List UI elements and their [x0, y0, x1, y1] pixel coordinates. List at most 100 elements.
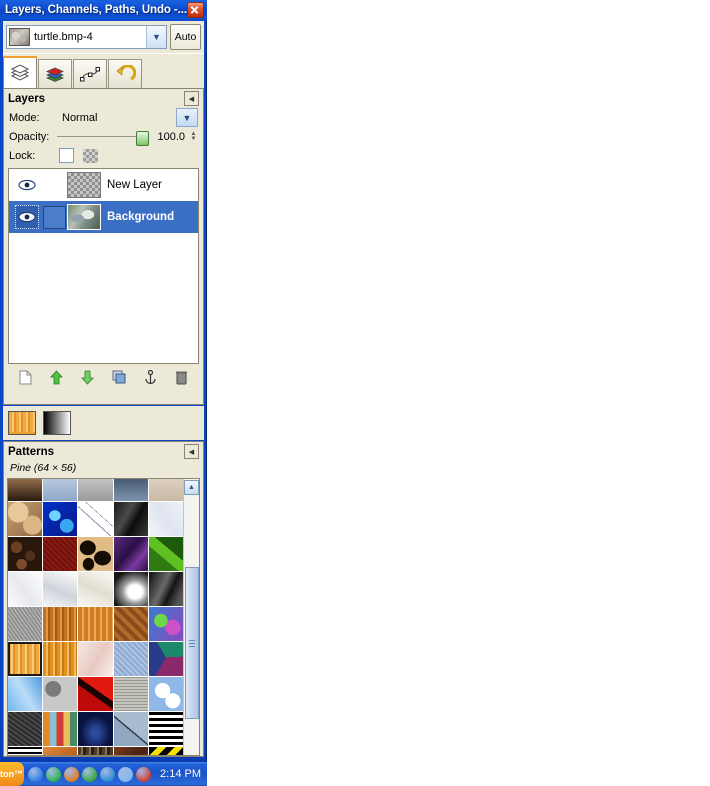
lock-alpha-checker-icon[interactable] — [83, 148, 98, 163]
dock-tab-strip — [3, 53, 204, 88]
opacity-slider[interactable] — [57, 131, 150, 146]
tab-undo-history[interactable] — [108, 59, 142, 88]
layer-link-toggle[interactable] — [41, 205, 67, 229]
pattern-color-mosaic[interactable] — [43, 712, 78, 746]
pattern-parquet[interactable] — [113, 607, 148, 641]
pattern-wood-orange[interactable] — [78, 607, 113, 641]
layer-thumbnail — [67, 204, 101, 230]
spiral-icon[interactable] — [64, 766, 79, 782]
pattern-dried-mud[interactable] — [8, 502, 43, 536]
pattern-marble-grey[interactable] — [43, 572, 78, 606]
pattern-partial-c[interactable] — [78, 479, 113, 501]
pattern-grid[interactable] — [8, 479, 183, 755]
pattern-grey-fiber[interactable] — [8, 607, 43, 641]
layers-tray-icon[interactable] — [100, 766, 115, 782]
pattern-wood-vertical[interactable] — [43, 607, 78, 641]
pattern-dark-crinkle[interactable] — [113, 502, 148, 536]
trash-icon[interactable] — [170, 368, 192, 386]
arrow-up-green-icon[interactable] — [46, 368, 68, 386]
pattern-red-abstract[interactable] — [78, 677, 113, 711]
pattern-dark-blue-night[interactable] — [78, 712, 113, 746]
pattern-hazard-stripes[interactable] — [148, 747, 183, 755]
pattern-stripes-h-1[interactable] — [148, 712, 183, 746]
layer-name-label: Background — [107, 211, 175, 223]
layer-visibility-toggle[interactable] — [13, 205, 41, 229]
start-button-fragment[interactable]: ton™ — [0, 762, 24, 786]
pattern-blue-water[interactable] — [43, 502, 78, 536]
pattern-black-marble[interactable] — [148, 572, 183, 606]
opacity-spinner[interactable]: ▲ ▼ — [189, 131, 198, 142]
arrow-down-green-icon[interactable] — [77, 368, 99, 386]
pattern-red-leather[interactable] — [43, 537, 78, 571]
pattern-partial-d[interactable] — [113, 479, 148, 501]
table-row[interactable]: Background — [9, 201, 198, 233]
signal-bars-icon[interactable] — [82, 766, 97, 782]
layer-visibility-toggle[interactable] — [13, 174, 41, 196]
opacity-value: 100.0 — [157, 130, 185, 143]
duplicate-pages-icon[interactable] — [108, 368, 130, 386]
collapse-left-icon[interactable]: ◀ — [184, 91, 199, 106]
new-page-icon[interactable] — [15, 368, 37, 386]
pattern-cracked-ice[interactable] — [113, 712, 148, 746]
pattern-rainbow-swirl[interactable] — [148, 607, 183, 641]
pattern-cube-3d[interactable] — [148, 642, 183, 676]
pattern-leopard[interactable] — [78, 537, 113, 571]
mode-value[interactable]: Normal — [57, 112, 176, 124]
chevron-up-icon[interactable]: ▲ — [184, 480, 199, 495]
mode-label: Mode: — [9, 111, 40, 124]
pattern-concrete[interactable] — [113, 677, 148, 711]
scrollbar[interactable]: ▲ — [183, 479, 199, 755]
back-arrow-icon[interactable] — [28, 766, 43, 782]
chevron-down-icon[interactable]: ▼ — [176, 108, 198, 127]
pattern-terracotta[interactable] — [43, 747, 78, 755]
opacity-slider-handle[interactable] — [136, 131, 150, 146]
pattern-partial-e[interactable] — [148, 479, 183, 501]
system-tray — [24, 766, 160, 782]
pattern-partial-b[interactable] — [43, 479, 78, 501]
title-bar: Layers, Channels, Paths, Undo -... — [0, 0, 207, 19]
pattern-blue-denim[interactable] — [113, 642, 148, 676]
auto-button[interactable]: Auto — [170, 24, 201, 50]
black-to-white-gradient-swatch[interactable] — [43, 411, 71, 435]
close-icon[interactable] — [187, 1, 204, 18]
pattern-purple-crumple[interactable] — [113, 537, 148, 571]
pattern-stripes-h-2[interactable] — [8, 747, 43, 755]
pattern-clouds-blue[interactable] — [148, 677, 183, 711]
tab-channels[interactable] — [38, 59, 72, 88]
pattern-pine-dark[interactable] — [43, 642, 78, 676]
network-icon[interactable] — [118, 766, 133, 782]
pattern-partial-a[interactable] — [8, 479, 43, 501]
pattern-brown-rust[interactable] — [113, 747, 148, 755]
pattern-pink-fabric[interactable] — [78, 642, 113, 676]
pattern-marble-white[interactable] — [78, 502, 113, 536]
patterns-panel: Patterns ◀ Pine (64 × 56) ▲ — [3, 441, 204, 757]
pine-pattern-swatch[interactable] — [8, 411, 36, 435]
layers-panel-title: Layers — [8, 92, 46, 105]
pattern-coffee-beans[interactable] — [8, 537, 43, 571]
anchor-icon[interactable] — [139, 368, 161, 386]
check-shield-icon[interactable] — [46, 766, 61, 782]
volume-muted-icon[interactable] — [136, 766, 151, 782]
pattern-tree-bark[interactable] — [78, 747, 113, 755]
table-row[interactable]: New Layer — [9, 169, 198, 201]
image-select-combo[interactable]: turtle.bmp-4 ▼ — [6, 25, 167, 49]
scrollbar-thumb[interactable] — [185, 567, 199, 719]
pattern-marble-light[interactable] — [8, 572, 43, 606]
pattern-dark-stone[interactable] — [8, 712, 43, 746]
pattern-marble-cream[interactable] — [78, 572, 113, 606]
lock-label: Lock: — [9, 149, 36, 162]
pattern-blue-sky-streak[interactable] — [8, 677, 43, 711]
tab-layers[interactable] — [3, 56, 37, 88]
tab-paths[interactable] — [73, 59, 107, 88]
pattern-circles-metal[interactable] — [43, 677, 78, 711]
pattern-pale-ice[interactable] — [148, 502, 183, 536]
layer-list[interactable]: New Layer Background — [8, 168, 199, 364]
lock-pixels-checkbox[interactable] — [59, 148, 74, 163]
pattern-pine[interactable] — [8, 642, 43, 676]
chevron-down-icon[interactable]: ▼ — [146, 26, 166, 48]
taskbar-clock[interactable]: 2:14 PM — [160, 768, 207, 780]
image-name-label: turtle.bmp-4 — [34, 31, 93, 43]
pattern-smoke-blur[interactable] — [113, 572, 148, 606]
pattern-green-leaves[interactable] — [148, 537, 183, 571]
collapse-left-icon[interactable]: ◀ — [184, 444, 199, 459]
